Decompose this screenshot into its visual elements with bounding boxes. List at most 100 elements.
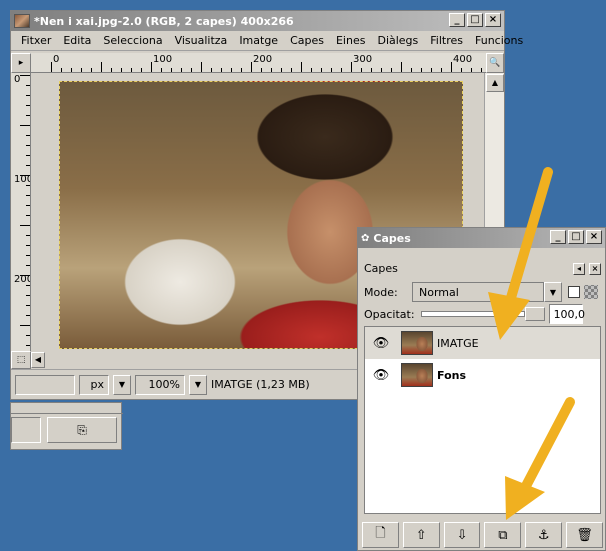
ruler-tick <box>411 68 412 72</box>
ruler-tick <box>26 305 30 306</box>
ruler-tick <box>301 62 302 72</box>
eye-icon[interactable]: 👁 <box>365 368 397 383</box>
ruler-tick <box>26 185 30 186</box>
ruler-tick <box>151 62 152 72</box>
tab-menu-icon[interactable]: ◂ <box>573 262 585 275</box>
layers-close-button[interactable]: × <box>586 230 602 244</box>
opacity-slider-handle[interactable] <box>524 307 545 321</box>
ruler-tick <box>51 62 52 72</box>
ruler-tick <box>26 215 30 216</box>
close-button[interactable]: × <box>485 13 501 27</box>
restore-icon[interactable]: ⎘ <box>47 417 117 443</box>
minimize-button[interactable]: _ <box>449 13 465 27</box>
ruler-tick <box>26 145 30 146</box>
layers-maximize-button[interactable]: □ <box>568 230 584 244</box>
menu-visualitza[interactable]: Visualitza <box>169 34 234 47</box>
menu-capes[interactable]: Capes <box>284 34 330 47</box>
keep-transparency-checkbox[interactable] <box>568 286 580 298</box>
menu-dialegs[interactable]: Diàlegs <box>371 34 424 47</box>
ruler-tick <box>26 315 30 316</box>
delete-layer-button[interactable]: 🗑 <box>566 522 603 548</box>
ruler-tick <box>20 275 30 276</box>
opacity-input[interactable]: 100,0 <box>548 304 585 324</box>
ruler-tick <box>26 195 30 196</box>
menu-filtres[interactable]: Filtres <box>424 34 469 47</box>
ruler-tick <box>431 68 432 72</box>
toolbox-field <box>11 417 41 443</box>
ruler-tick <box>26 165 30 166</box>
layers-dialog: ✿ Capes _ □ × Capes ◂ × Mode: Normal ▼ O… <box>357 227 606 551</box>
layers-section-label: Capes <box>364 262 398 275</box>
mode-select[interactable]: Normal <box>412 282 544 302</box>
pointer-coords <box>15 374 75 395</box>
ruler-tick <box>26 255 30 256</box>
gimp-logo-icon: ✿ <box>361 232 370 244</box>
ruler-tick <box>61 68 62 72</box>
ruler-tick <box>201 62 202 72</box>
maximize-button[interactable]: □ <box>467 13 483 27</box>
ruler-tick <box>141 68 142 72</box>
ruler-tick <box>241 68 242 72</box>
ruler-tick <box>181 68 182 72</box>
layer-name[interactable]: Fons <box>437 369 466 382</box>
menu-imatge[interactable]: Imatge <box>233 34 284 47</box>
menu-fitxer[interactable]: Fitxer <box>15 34 57 47</box>
unit-select[interactable]: px <box>79 374 109 395</box>
ruler-tick <box>20 75 30 76</box>
scroll-up-icon[interactable]: ▲ <box>486 74 504 92</box>
layer-name[interactable]: IMATGE <box>437 337 479 350</box>
zoom-select[interactable]: 100% <box>135 374 185 395</box>
zoom-icon[interactable]: 🔍 <box>486 53 504 73</box>
new-layer-button[interactable]: 🗋 <box>362 522 399 548</box>
eye-icon[interactable]: 👁 <box>365 336 397 351</box>
tab-close-icon[interactable]: × <box>589 262 601 275</box>
ruler-tick <box>26 85 30 86</box>
ruler-tick <box>26 285 30 286</box>
layers-dialog-title: Capes <box>373 231 411 245</box>
toolbox-window-fragment: ⎘ <box>10 402 123 450</box>
ruler-tick <box>471 68 472 72</box>
opacity-slider[interactable] <box>420 311 525 317</box>
ruler-tick <box>271 68 272 72</box>
menu-funcions[interactable]: Funcions <box>469 34 529 47</box>
ruler-tick <box>131 68 132 72</box>
ruler-tick <box>26 105 30 106</box>
lower-layer-button[interactable]: ⇩ <box>443 522 481 548</box>
scroll-left-icon[interactable]: ◀ <box>31 352 45 368</box>
layers-titlebar[interactable]: ✿ Capes _ □ × <box>358 228 605 248</box>
duplicate-layer-button[interactable]: ⧉ <box>484 522 522 548</box>
anchor-layer-button[interactable]: ⚓ <box>525 522 563 548</box>
menu-selecciona[interactable]: Selecciona <box>97 34 168 47</box>
ruler-tick <box>221 68 222 72</box>
ruler-tick <box>20 325 30 326</box>
ruler-tick <box>331 68 332 72</box>
quick-mask-icon[interactable]: ⬚ <box>11 351 31 369</box>
layers-minimize-button[interactable]: _ <box>550 230 566 244</box>
zoom-dropdown-icon[interactable]: ▼ <box>189 374 207 395</box>
ruler-tick <box>161 68 162 72</box>
menubar: Fitxer Edita Selecciona Visualitza Imatg… <box>11 31 523 51</box>
raise-layer-button[interactable]: ⇧ <box>402 522 440 548</box>
vruler-label-100: 100 <box>14 174 30 185</box>
layer-row-fons[interactable]: 👁 Fons <box>365 359 600 391</box>
ruler-tick <box>251 62 252 72</box>
ruler-tick <box>341 68 342 72</box>
ruler-tick <box>111 68 112 72</box>
ruler-label-100: 100 <box>153 54 173 65</box>
ruler-tick <box>81 68 82 72</box>
ruler-tick <box>26 335 30 336</box>
vertical-ruler[interactable]: 0 100 200 <box>11 73 31 351</box>
menu-arrow-button[interactable]: ▸ <box>11 53 31 73</box>
menu-eines[interactable]: Eines <box>330 34 371 47</box>
horizontal-ruler[interactable]: 0 100 200 300 400 <box>31 53 486 73</box>
unit-dropdown-icon[interactable]: ▼ <box>113 374 131 395</box>
layer-row-imatge[interactable]: 👁 IMATGE <box>365 327 600 359</box>
image-window-title: *Nen i xai.jpg-2.0 (RGB, 2 capes) 400x26… <box>34 14 294 28</box>
mode-dropdown-icon[interactable]: ▼ <box>544 282 562 302</box>
image-window-titlebar[interactable]: *Nen i xai.jpg-2.0 (RGB, 2 capes) 400x26… <box>11 11 504 31</box>
image-thumbnail-icon <box>14 14 30 28</box>
menu-edita[interactable]: Edita <box>57 34 97 47</box>
layer-list[interactable]: 👁 IMATGE 👁 Fons <box>364 326 601 514</box>
ruler-tick <box>26 295 30 296</box>
ruler-tick <box>481 68 482 72</box>
